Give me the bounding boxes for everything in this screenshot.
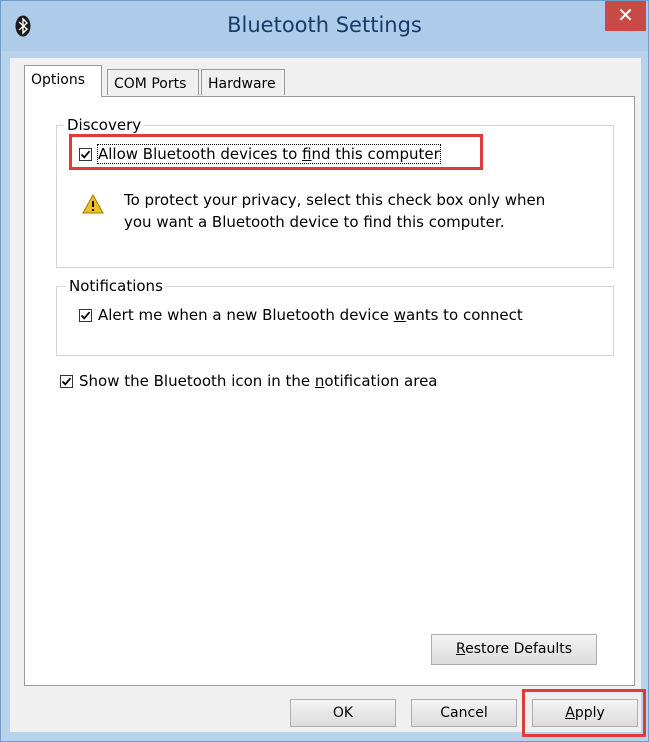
tab-options[interactable]: Options <box>24 65 102 97</box>
alert-connect-checkbox[interactable] <box>79 308 92 322</box>
discovery-group-label: Discovery <box>64 116 145 134</box>
show-icon-label: Show the Bluetooth icon in the notificat… <box>79 372 438 390</box>
close-button[interactable]: ✕ <box>605 1 646 31</box>
window-title: Bluetooth Settings <box>227 13 422 37</box>
alert-connect-label: Alert me when a new Bluetooth device wan… <box>98 306 523 324</box>
checkmark-icon <box>61 377 72 386</box>
restore-defaults-button[interactable]: Restore Defaults <box>431 634 597 665</box>
title-bar[interactable]: Bluetooth Settings ✕ <box>1 1 648 51</box>
bluetooth-settings-window: Bluetooth Settings ✕ Options COM Ports H… <box>0 0 649 742</box>
checkmark-icon <box>80 311 91 320</box>
warning-line-2: you want a Bluetooth device to find this… <box>124 213 505 231</box>
cancel-button[interactable]: Cancel <box>411 699 517 727</box>
privacy-warning-text: To protect your privacy, select this che… <box>124 189 545 233</box>
tab-hardware[interactable]: Hardware <box>201 69 285 95</box>
alert-connect-row[interactable]: Alert me when a new Bluetooth device wan… <box>79 306 523 324</box>
show-icon-checkbox[interactable] <box>60 374 73 388</box>
warning-icon <box>82 194 104 214</box>
ok-button[interactable]: OK <box>290 699 396 727</box>
tab-com-ports[interactable]: COM Ports <box>107 69 199 95</box>
show-icon-row[interactable]: Show the Bluetooth icon in the notificat… <box>60 372 438 390</box>
warning-line-1: To protect your privacy, select this che… <box>124 191 546 209</box>
notifications-group-label: Notifications <box>66 277 166 295</box>
highlight-allow-discovery <box>69 134 483 170</box>
highlight-apply <box>522 689 646 737</box>
close-icon: ✕ <box>617 3 634 27</box>
